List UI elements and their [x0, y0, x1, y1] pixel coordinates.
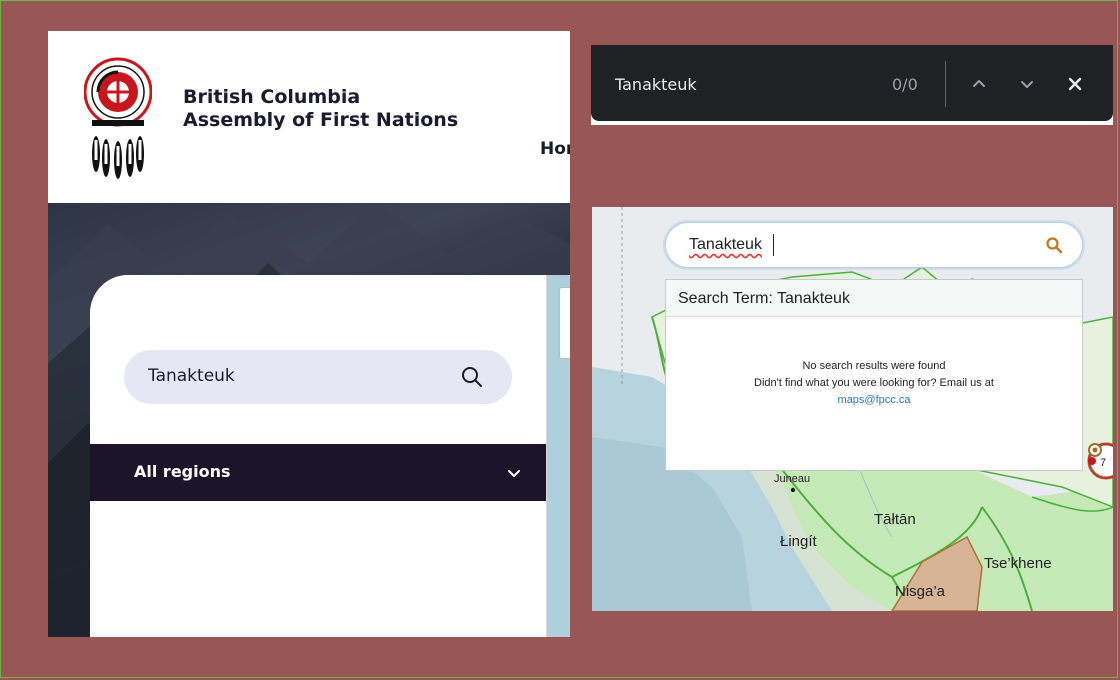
email-link[interactable]: maps@fpcc.ca — [666, 392, 1082, 409]
map-label-lingit[interactable]: Łingít — [780, 533, 817, 550]
find-bar-divider — [945, 61, 946, 107]
language-map[interactable]: Juneau Tāłtān Łingít Tse’khene Nisga’a T… — [592, 207, 1113, 611]
map-search-value: Tanakteuk — [689, 236, 762, 253]
chevron-up-icon[interactable] — [969, 74, 989, 94]
community-cluster-marker[interactable]: 7 — [1086, 441, 1113, 481]
find-bar-container: Tanakteuk 0/0 — [591, 45, 1113, 125]
map-edge — [546, 275, 570, 637]
search-icon[interactable] — [460, 365, 484, 389]
screenshot-frame: British Columbia Assembly of First Natio… — [0, 0, 1118, 678]
marker-count: 7 — [1100, 457, 1106, 469]
site-search-input[interactable]: Tanakteuk — [124, 350, 512, 404]
map-label-juneau: Juneau — [774, 473, 811, 485]
region-select[interactable]: All regions — [90, 444, 546, 501]
region-select-value: All regions — [134, 462, 231, 481]
chevron-down-icon[interactable] — [1017, 74, 1037, 94]
map-zoom-control[interactable] — [559, 287, 570, 359]
results-message: No search results were found Didn't find… — [666, 358, 1082, 409]
map-label-tahltan[interactable]: Tāłtān — [874, 511, 916, 528]
search-results-panel: Search Term: Tanakteuk No search results… — [665, 279, 1083, 471]
search-icon[interactable] — [1045, 236, 1063, 254]
find-query-input[interactable]: Tanakteuk — [615, 75, 697, 94]
find-match-count: 0/0 — [892, 75, 918, 94]
map-label-tsekhene[interactable]: Tse’khene — [984, 555, 1052, 572]
map-label-nisgaa[interactable]: Nisga’a — [895, 583, 945, 600]
site-search-value: Tanakteuk — [148, 366, 235, 386]
org-name[interactable]: British Columbia Assembly of First Natio… — [183, 86, 458, 132]
no-results-text: No search results were found — [802, 360, 946, 372]
didnt-find-text: Didn't find what you were looking for? E… — [754, 377, 994, 389]
map-search-input[interactable]: Tanakteuk — [665, 222, 1083, 268]
find-in-page-bar: Tanakteuk 0/0 — [591, 45, 1113, 121]
site-header: British Columbia Assembly of First Natio… — [48, 31, 570, 203]
text-caret — [773, 234, 774, 256]
org-name-line1: British Columbia — [183, 86, 361, 108]
bcafn-website: British Columbia Assembly of First Natio… — [48, 31, 570, 637]
close-icon[interactable] — [1065, 74, 1085, 94]
nav-home-link[interactable]: Hor — [540, 139, 570, 159]
org-name-line2: Assembly of First Nations — [183, 109, 459, 131]
chevron-down-icon — [508, 470, 520, 477]
results-header: Search Term: Tanakteuk — [666, 280, 1082, 317]
bcafn-logo[interactable] — [84, 56, 152, 180]
results-title: Search Term: Tanakteuk — [678, 290, 850, 307]
